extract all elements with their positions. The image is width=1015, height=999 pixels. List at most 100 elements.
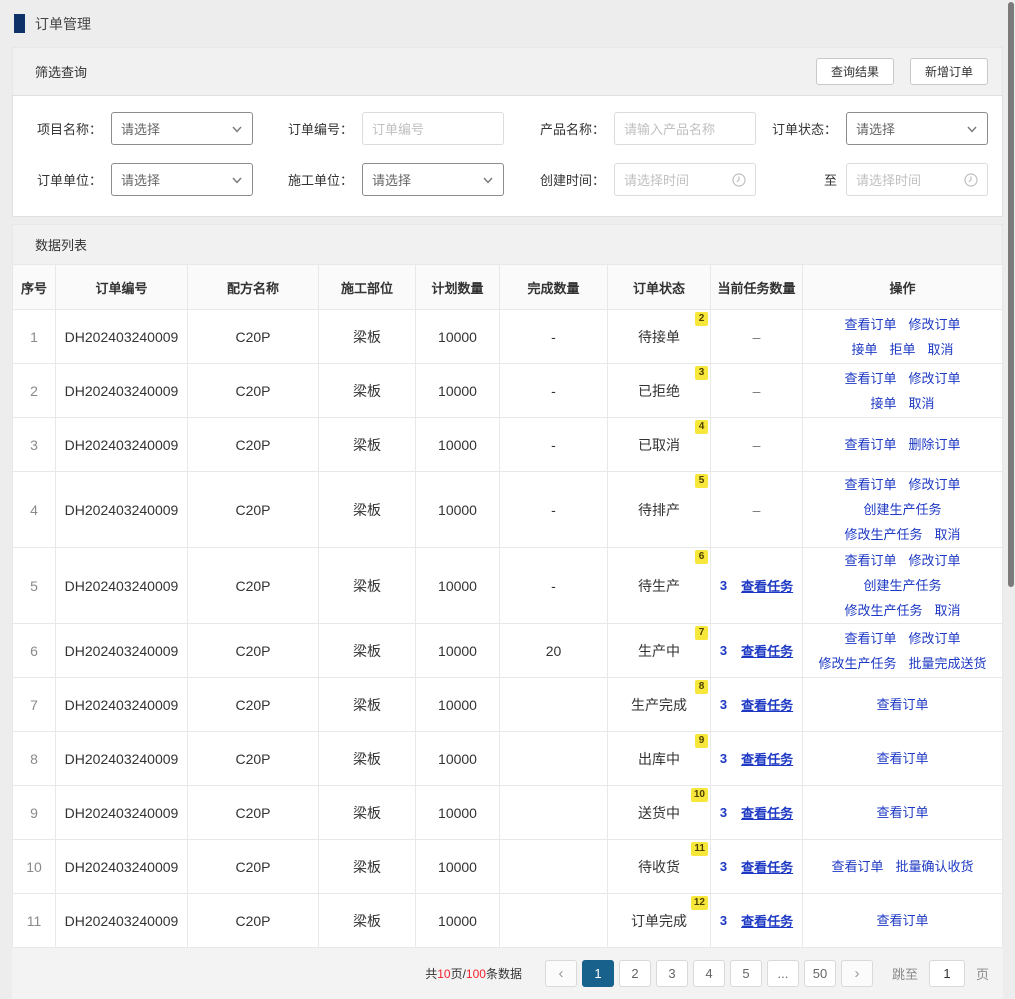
- page-button[interactable]: 1: [582, 960, 614, 987]
- page-button[interactable]: 5: [730, 960, 762, 987]
- operation-link[interactable]: 修改订单: [909, 313, 961, 337]
- operation-link[interactable]: 查看订单: [844, 313, 896, 337]
- to-field[interactable]: 请选择时间: [846, 163, 988, 196]
- view-tasks-link[interactable]: 查看任务: [741, 576, 793, 595]
- row-index: 6: [13, 624, 56, 678]
- order_unit-select[interactable]: 请选择: [111, 163, 253, 196]
- operation-link[interactable]: 修改订单: [909, 367, 961, 391]
- page-button[interactable]: 50: [804, 960, 836, 987]
- order-status-cell: 待排产5: [608, 472, 711, 548]
- filter-section-bar: 筛选查询 查询结果 新增订单: [12, 47, 1003, 95]
- page-button[interactable]: 4: [693, 960, 725, 987]
- operation-link[interactable]: 查看订单: [876, 909, 928, 933]
- build_unit-placeholder: 请选择: [372, 170, 411, 189]
- table-row: 5DH202403240009C20P梁板10000-待生产63查看任务查看订单…: [13, 548, 1003, 624]
- operation-link[interactable]: 批量确认收货: [896, 855, 974, 879]
- prev-page-button[interactable]: ‹: [545, 960, 577, 987]
- column-header: 施工部位: [319, 265, 416, 310]
- order_no-field[interactable]: 订单编号: [362, 112, 504, 145]
- to-placeholder: 请选择时间: [856, 170, 921, 189]
- operation-link[interactable]: 查看订单: [844, 433, 896, 457]
- row-index: 7: [13, 678, 56, 732]
- view-tasks-link[interactable]: 查看任务: [741, 803, 793, 822]
- task-count-cell: –: [711, 310, 803, 364]
- table-row: 2DH202403240009C20P梁板10000-已拒绝3–查看订单修改订单…: [13, 364, 1003, 418]
- construction-part-cell: 梁板: [319, 418, 416, 472]
- operation-line: 查看订单修改订单: [803, 626, 1002, 651]
- construction-part-cell: 梁板: [319, 786, 416, 840]
- view-tasks-link[interactable]: 查看任务: [741, 857, 793, 876]
- page-ellipsis[interactable]: ...: [767, 960, 799, 987]
- project_name-select[interactable]: 请选择: [111, 112, 253, 145]
- query-results-button[interactable]: 查询结果: [816, 58, 894, 85]
- table-header-row: 序号订单编号配方名称施工部位计划数量完成数量订单状态当前任务数量操作: [13, 265, 1003, 310]
- operation-link[interactable]: 取消: [935, 599, 961, 623]
- operation-link[interactable]: 查看订单: [844, 549, 896, 573]
- page-button[interactable]: 3: [656, 960, 688, 987]
- vertical-scrollbar[interactable]: [1008, 2, 1014, 587]
- order-number-cell: DH202403240009: [56, 894, 188, 948]
- view-tasks-link[interactable]: 查看任务: [741, 641, 793, 660]
- build_unit-select[interactable]: 请选择: [362, 163, 504, 196]
- operation-link[interactable]: 拒单: [889, 338, 915, 362]
- order-status-cell: 生产中7: [608, 624, 711, 678]
- task-count-cell: 3查看任务: [711, 732, 803, 786]
- status-text: 已取消: [638, 437, 680, 453]
- status-text: 已拒绝: [638, 383, 680, 399]
- construction-part-cell: 梁板: [319, 624, 416, 678]
- operation-link[interactable]: 修改订单: [909, 473, 961, 497]
- status-badge: 6: [695, 550, 708, 564]
- operation-link[interactable]: 修改订单: [909, 549, 961, 573]
- page-button[interactable]: 2: [619, 960, 651, 987]
- operation-link[interactable]: 修改生产任务: [844, 599, 922, 623]
- operation-link[interactable]: 取消: [935, 523, 961, 547]
- next-page-button[interactable]: ›: [841, 960, 873, 987]
- operation-link[interactable]: 查看订单: [844, 627, 896, 651]
- task-count-cell: –: [711, 418, 803, 472]
- construction-part-cell: 梁板: [319, 894, 416, 948]
- order_status-select[interactable]: 请选择: [846, 112, 988, 145]
- filter-panel: 项目名称：请选择 订单编号：订单编号 产品名称：请输入产品名称 订单状态：请选择…: [12, 95, 1003, 217]
- operation-link[interactable]: 修改订单: [909, 627, 961, 651]
- operation-link[interactable]: 查看订单: [876, 693, 928, 717]
- table-row: 4DH202403240009C20P梁板10000-待排产5–查看订单修改订单…: [13, 472, 1003, 548]
- column-header: 计划数量: [416, 265, 500, 310]
- filter-section-title: 筛选查询: [35, 62, 87, 81]
- operation-link[interactable]: 取消: [928, 338, 954, 362]
- table-row: 3DH202403240009C20P梁板10000-已取消4–查看订单删除订单: [13, 418, 1003, 472]
- operation-link[interactable]: 查看订单: [844, 473, 896, 497]
- formula-cell: C20P: [188, 786, 319, 840]
- status-badge: 8: [695, 680, 708, 694]
- create_time-field[interactable]: 请选择时间: [614, 163, 756, 196]
- formula-cell: C20P: [188, 894, 319, 948]
- create_time-label: 创建时间：: [524, 170, 614, 189]
- product_name-field[interactable]: 请输入产品名称: [614, 112, 756, 145]
- operation-link[interactable]: 查看订单: [844, 367, 896, 391]
- construction-part-cell: 梁板: [319, 548, 416, 624]
- construction-part-cell: 梁板: [319, 310, 416, 364]
- operation-link[interactable]: 查看订单: [876, 801, 928, 825]
- operation-link[interactable]: 批量完成送货: [909, 652, 987, 676]
- add-order-button[interactable]: 新增订单: [910, 58, 988, 85]
- operation-link[interactable]: 查看订单: [831, 855, 883, 879]
- view-tasks-link[interactable]: 查看任务: [741, 911, 793, 930]
- operation-link[interactable]: 取消: [909, 392, 935, 416]
- operation-link[interactable]: 修改生产任务: [818, 652, 896, 676]
- project_name-placeholder: 请选择: [121, 119, 160, 138]
- row-index: 11: [13, 894, 56, 948]
- jump-page-input[interactable]: [929, 960, 965, 987]
- view-tasks-link[interactable]: 查看任务: [741, 749, 793, 768]
- data-section-title: 数据列表: [35, 235, 87, 254]
- operation-link[interactable]: 接单: [851, 338, 877, 362]
- view-tasks-link[interactable]: 查看任务: [741, 695, 793, 714]
- status-badge: 5: [695, 474, 708, 488]
- operation-link[interactable]: 接单: [870, 392, 896, 416]
- operation-link[interactable]: 修改生产任务: [844, 523, 922, 547]
- operation-link[interactable]: 查看订单: [876, 747, 928, 771]
- chevron-down-icon: [231, 174, 243, 186]
- status-badge: 12: [691, 896, 708, 910]
- operation-link[interactable]: 创建生产任务: [863, 498, 941, 522]
- operation-link[interactable]: 删除订单: [909, 433, 961, 457]
- operation-link[interactable]: 创建生产任务: [863, 574, 941, 598]
- status-badge: 4: [695, 420, 708, 434]
